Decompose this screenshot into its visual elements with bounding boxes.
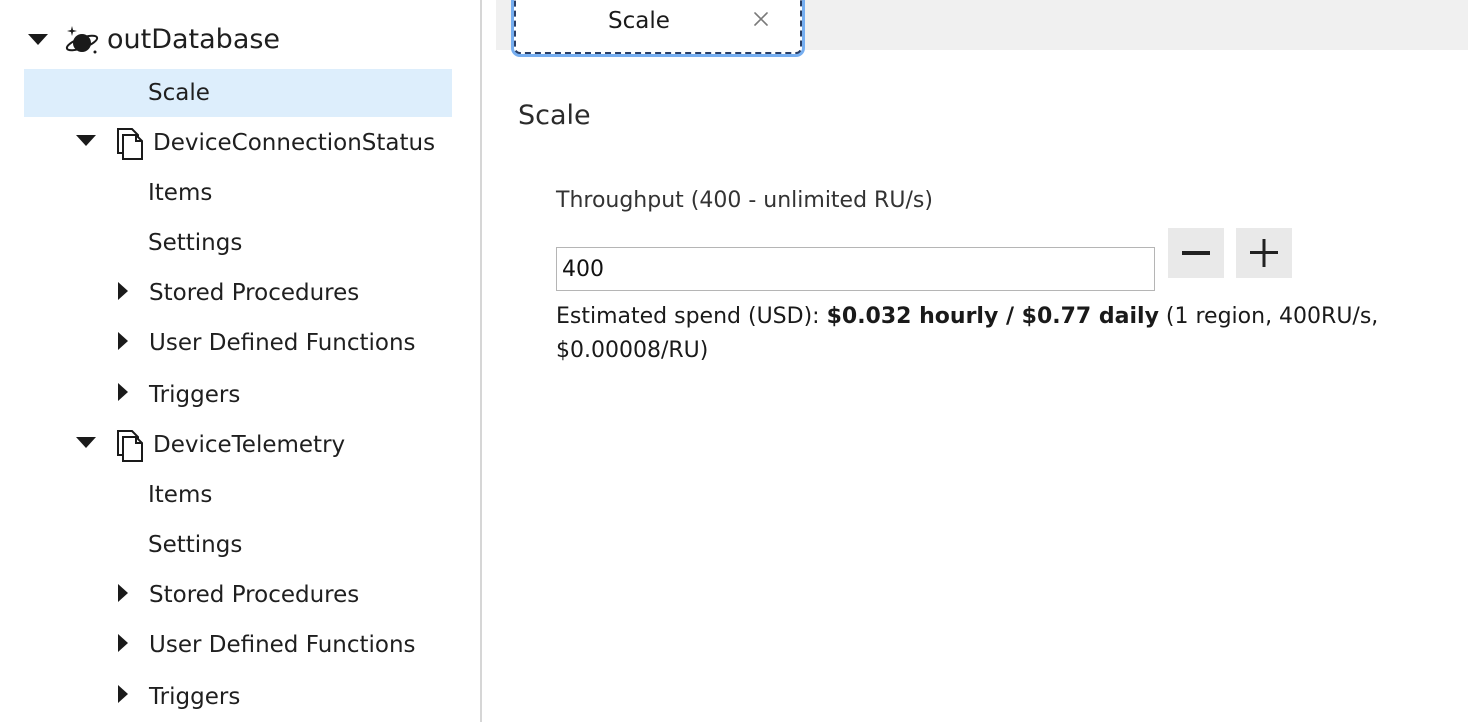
tree-node-items[interactable]: Items	[24, 169, 452, 217]
tree-node-user-defined-functions[interactable]: User Defined Functions	[24, 621, 452, 669]
tree-node-triggers[interactable]: Triggers	[24, 370, 452, 418]
tree-node-items-label: Items	[148, 180, 213, 206]
tree-node-settings[interactable]: Settings	[24, 219, 452, 267]
expand-caret-icon[interactable]	[76, 437, 96, 448]
collapse-caret-icon[interactable]	[118, 685, 128, 703]
estimated-spend-amount: $0.032 hourly / $0.77 daily	[826, 304, 1159, 329]
tree-node-settings-label: Settings	[148, 230, 243, 256]
page-title: Scale	[518, 100, 591, 131]
tree-node-stored-procedures-label: Stored Procedures	[149, 280, 360, 306]
tree-node-items-label: Items	[148, 482, 213, 508]
tree-node-database[interactable]: outDatabase	[24, 16, 452, 64]
resource-tree: outDatabase Scale DeviceConnectionStatus…	[0, 0, 482, 722]
tree-node-scale[interactable]: Scale	[24, 69, 452, 117]
minus-icon	[1182, 251, 1210, 255]
throughput-input[interactable]	[556, 247, 1155, 291]
data-explorer-app: outDatabase Scale DeviceConnectionStatus…	[0, 0, 1468, 722]
collapse-caret-icon[interactable]	[118, 383, 128, 401]
tree-node-settings[interactable]: Settings	[24, 521, 452, 569]
estimated-spend-prefix: Estimated spend (USD):	[556, 304, 827, 329]
tree-node-triggers[interactable]: Triggers	[24, 672, 452, 720]
tree-node-user-defined-functions[interactable]: User Defined Functions	[24, 319, 452, 367]
tree-node-database-label: outDatabase	[107, 24, 281, 55]
tab-scale-label: Scale	[608, 8, 670, 34]
cosmos-db-planet-icon	[64, 24, 100, 60]
tree-node-container-device-telemetry[interactable]: DeviceTelemetry	[24, 421, 452, 469]
tree-node-settings-label: Settings	[148, 532, 243, 558]
tree-node-triggers-label: Triggers	[149, 382, 241, 408]
tab-scale[interactable]: Scale	[514, 0, 802, 54]
increase-throughput-button[interactable]	[1236, 228, 1292, 278]
tree-node-udf-label: User Defined Functions	[149, 632, 416, 658]
tree-node-container-label: DeviceConnectionStatus	[153, 130, 436, 156]
expand-caret-icon[interactable]	[76, 135, 96, 146]
collapse-caret-icon[interactable]	[118, 332, 128, 350]
estimated-spend: Estimated spend (USD): $0.032 hourly / $…	[556, 300, 1416, 368]
collapse-caret-icon[interactable]	[118, 282, 128, 300]
close-icon[interactable]	[752, 10, 770, 28]
container-documents-icon	[116, 429, 144, 467]
tree-node-container-label: DeviceTelemetry	[153, 432, 346, 458]
tree-node-scale-label: Scale	[148, 80, 210, 106]
tree-node-container-device-connection-status[interactable]: DeviceConnectionStatus	[24, 119, 452, 167]
collapse-caret-icon[interactable]	[118, 584, 128, 602]
tree-node-stored-procedures[interactable]: Stored Procedures	[24, 571, 452, 619]
tree-node-stored-procedures[interactable]: Stored Procedures	[24, 269, 452, 317]
container-documents-icon	[116, 127, 144, 165]
tab-strip: Scale	[496, 0, 1468, 54]
tree-node-udf-label: User Defined Functions	[149, 330, 416, 356]
tree-node-stored-procedures-label: Stored Procedures	[149, 582, 360, 608]
tree-node-items[interactable]: Items	[24, 471, 452, 519]
collapse-caret-icon[interactable]	[118, 634, 128, 652]
main-panel: Scale Scale Throughput (400 - unlimited …	[482, 0, 1468, 722]
tree-node-triggers-label: Triggers	[149, 684, 241, 710]
plus-icon	[1250, 239, 1278, 267]
expand-caret-icon[interactable]	[28, 34, 48, 45]
decrease-throughput-button[interactable]	[1168, 228, 1224, 278]
throughput-label: Throughput (400 - unlimited RU/s)	[556, 188, 933, 213]
